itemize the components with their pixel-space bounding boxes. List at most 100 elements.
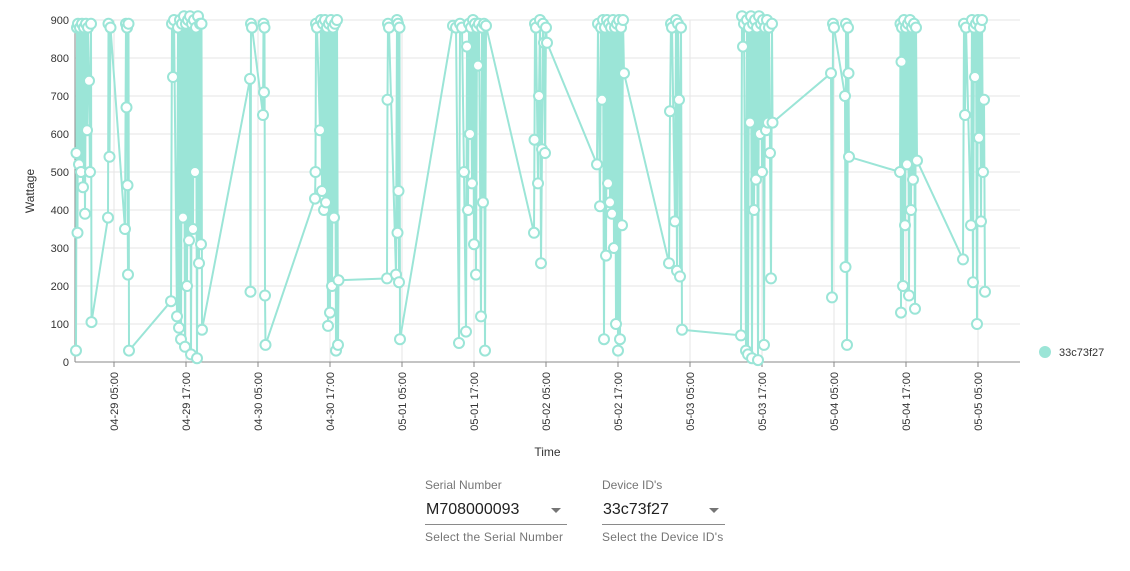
data-point <box>320 196 332 209</box>
data-point <box>901 158 913 171</box>
data-point <box>122 268 134 281</box>
data-point <box>120 101 133 114</box>
data-point <box>842 21 854 34</box>
data-point <box>663 257 675 270</box>
data-point <box>975 215 987 228</box>
chart-grid <box>75 19 1020 363</box>
y-tick-label: 0 <box>63 357 69 369</box>
data-point <box>195 17 208 30</box>
y-tick-label: 200 <box>51 281 69 293</box>
data-point <box>84 166 96 178</box>
data-point <box>316 185 328 197</box>
data-point <box>102 211 114 224</box>
x-tick-label: 05-01 05:00 <box>397 372 409 431</box>
data-point <box>191 352 203 365</box>
data-point <box>392 185 405 197</box>
data-point <box>737 40 749 53</box>
data-point <box>977 166 989 178</box>
data-point <box>839 90 851 102</box>
y-tick-label: 400 <box>51 205 69 217</box>
data-point <box>540 21 552 34</box>
data-point <box>480 19 492 32</box>
legend[interactable]: 33c73f27 <box>1039 346 1104 359</box>
data-point <box>826 291 838 304</box>
x-tick-label: 05-04 05:00 <box>829 372 841 431</box>
data-point <box>606 207 618 220</box>
data-point <box>177 211 189 224</box>
data-point <box>600 249 612 262</box>
data-point <box>959 109 971 121</box>
data-point <box>104 21 117 34</box>
data-point <box>83 74 95 87</box>
data-point <box>70 147 83 159</box>
device-id-field[interactable]: 33c73f27 <box>602 496 725 525</box>
data-point <box>612 344 624 357</box>
x-tick-label: 05-02 05:00 <box>541 372 553 431</box>
data-point <box>676 323 688 336</box>
data-point <box>911 154 923 167</box>
data-point <box>189 166 201 178</box>
x-tick-label: 05-02 17:00 <box>613 372 625 431</box>
data-point <box>674 270 686 283</box>
data-point <box>479 344 491 357</box>
data-point <box>470 268 482 281</box>
x-tick-label: 04-29 05:00 <box>109 372 121 431</box>
dropdown-arrow-icon[interactable] <box>551 508 561 513</box>
data-point <box>328 211 340 224</box>
data-point <box>458 166 470 178</box>
serial-number-field[interactable]: M708000093 <box>425 496 567 525</box>
device-id-label: Device ID's <box>602 478 663 492</box>
data-point <box>79 207 91 220</box>
y-tick-label: 100 <box>51 319 69 331</box>
x-axis-title: Time <box>534 445 561 459</box>
data-point <box>393 276 405 289</box>
data-point <box>602 177 614 190</box>
data-point <box>165 295 177 308</box>
x-tick-label: 05-04 17:00 <box>901 372 913 431</box>
data-point <box>539 147 551 159</box>
data-point <box>971 318 983 330</box>
data-point <box>903 289 915 302</box>
data-point <box>541 36 553 49</box>
data-point <box>617 14 629 26</box>
data-point <box>314 124 326 137</box>
data-point <box>591 158 603 171</box>
data-point <box>466 177 478 190</box>
data-point <box>528 133 541 146</box>
serial-number-label: Serial Number <box>425 478 502 492</box>
data-point <box>460 325 472 338</box>
data-point <box>614 333 626 346</box>
data-point <box>195 238 207 251</box>
data-point <box>828 21 840 34</box>
data-point <box>979 285 991 298</box>
data-point <box>973 131 985 144</box>
data-point <box>246 21 258 34</box>
device-id-value: 33c73f27 <box>603 501 669 518</box>
data-point <box>244 285 257 298</box>
data-point <box>664 105 676 118</box>
x-tick-label: 05-05 05:00 <box>973 372 985 431</box>
data-point <box>81 124 93 137</box>
y-tick-label: 800 <box>51 53 69 65</box>
data-point <box>957 253 969 266</box>
data-point <box>309 166 322 178</box>
data-point <box>394 333 406 346</box>
serial-number-select[interactable]: Serial Number M708000093 Select the Seri… <box>425 478 567 544</box>
data-point <box>608 242 620 254</box>
data-point <box>594 200 606 213</box>
dropdown-arrow-icon[interactable] <box>709 508 719 513</box>
device-id-select[interactable]: Device ID's 33c73f27 Select the Device I… <box>602 478 725 544</box>
data-point <box>766 116 779 129</box>
data-point <box>842 67 855 80</box>
serial-number-helper: Select the Serial Number <box>425 530 564 544</box>
data-point <box>764 147 776 159</box>
data-point <box>897 280 909 292</box>
data-point <box>825 67 837 80</box>
y-tick-label: 900 <box>51 15 69 27</box>
data-point <box>259 289 271 302</box>
data-point <box>477 196 489 209</box>
x-tick-label: 05-01 17:00 <box>469 372 481 431</box>
y-tick-label: 500 <box>51 167 69 179</box>
x-tick-label: 04-30 05:00 <box>253 372 265 431</box>
series-layer <box>70 10 991 367</box>
